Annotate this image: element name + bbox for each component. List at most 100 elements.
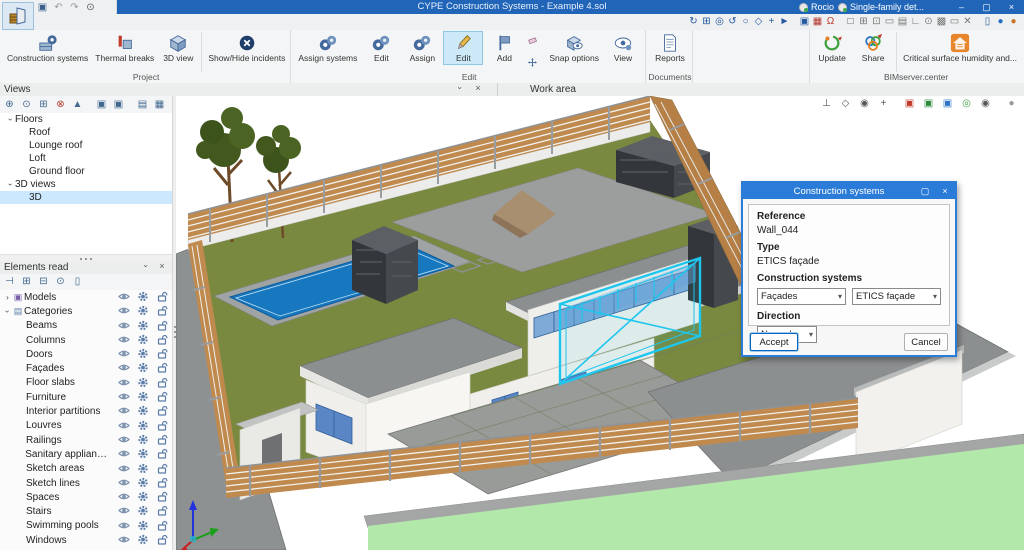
table-icon[interactable]: ⊞ bbox=[20, 276, 33, 289]
lock-icon[interactable] bbox=[156, 491, 168, 502]
pan-3d-icon[interactable]: + bbox=[877, 97, 890, 110]
minimize-button[interactable]: – bbox=[949, 0, 974, 14]
duplicate-view-icon[interactable]: ⊞ bbox=[37, 98, 50, 111]
search-settings-icon[interactable]: ⊙ bbox=[54, 276, 67, 289]
box-closed-icon[interactable]: ▦ bbox=[153, 98, 166, 111]
perspective-view-icon[interactable]: ▲ bbox=[71, 98, 84, 111]
new-view-icon[interactable]: ⊕ bbox=[3, 98, 16, 111]
zoom-window-icon[interactable]: ⊞ bbox=[700, 16, 713, 29]
update-button[interactable]: Update bbox=[812, 31, 852, 65]
comment-icon[interactable]: ▭ bbox=[948, 16, 961, 29]
edit-button[interactable]: Edit bbox=[443, 31, 484, 66]
gear-icon[interactable] bbox=[137, 434, 149, 445]
lock-icon[interactable] bbox=[156, 334, 168, 345]
eye-icon[interactable] bbox=[118, 305, 130, 316]
view-item-floors[interactable]: › Floors bbox=[0, 113, 172, 126]
pointer-icon[interactable]: ► bbox=[778, 16, 791, 29]
system-family-select[interactable]: Façades ▾ bbox=[757, 288, 846, 305]
lock-icon[interactable] bbox=[156, 477, 168, 488]
gear-icon[interactable] bbox=[137, 348, 149, 359]
accept-button[interactable]: Accept bbox=[750, 333, 798, 351]
cancel-button[interactable]: Cancel bbox=[904, 333, 948, 351]
move-view-icon[interactable]: + bbox=[765, 16, 778, 29]
search-icon[interactable]: ⊙ bbox=[84, 1, 97, 14]
table-add-icon[interactable]: ⊟ bbox=[37, 276, 50, 289]
system-type-select[interactable]: ETICS façade ▾ bbox=[852, 288, 941, 305]
gear-icon[interactable] bbox=[137, 362, 149, 373]
eye-icon[interactable] bbox=[118, 291, 130, 302]
lock-icon[interactable] bbox=[156, 448, 168, 459]
angle-icon[interactable]: ∟ bbox=[909, 16, 922, 29]
gear-icon[interactable] bbox=[137, 334, 149, 345]
point-snap-icon[interactable]: ⊡ bbox=[870, 16, 883, 29]
gear-icon[interactable] bbox=[137, 448, 149, 459]
element-category-categories[interactable]: › ▤ Categories bbox=[0, 304, 172, 318]
eye-icon[interactable] bbox=[118, 405, 130, 416]
orbit-view-icon[interactable]: ◉ bbox=[858, 97, 871, 110]
element-category-spaces[interactable]: Spaces bbox=[0, 490, 172, 504]
lock-icon[interactable] bbox=[156, 305, 168, 316]
expander-icon[interactable]: › bbox=[3, 307, 12, 316]
project-chip[interactable]: Single-family det... bbox=[837, 2, 924, 12]
element-category-stairs[interactable]: Stairs bbox=[0, 504, 172, 518]
layout-icon[interactable]: ▤ bbox=[896, 16, 909, 29]
eye-icon[interactable] bbox=[118, 348, 130, 359]
assign-button[interactable]: Assign bbox=[402, 31, 442, 65]
elements-panel-close-icon[interactable]: × bbox=[156, 261, 168, 271]
red-grid-icon[interactable]: ▦ bbox=[811, 16, 824, 29]
screen-icon[interactable]: ▭ bbox=[883, 16, 896, 29]
view-item-3d[interactable]: 3D bbox=[0, 191, 172, 204]
help-icon[interactable]: ● bbox=[1007, 16, 1020, 29]
pan-icon[interactable]: ◇ bbox=[752, 16, 765, 29]
lock-icon[interactable] bbox=[156, 420, 168, 431]
lock-icon[interactable] bbox=[156, 520, 168, 531]
thermal-breaks-button[interactable]: Thermal breaks bbox=[92, 31, 157, 65]
lock-icon[interactable] bbox=[156, 362, 168, 374]
lock-icon[interactable] bbox=[156, 405, 168, 416]
3d-view-button[interactable]: 3D view bbox=[158, 31, 198, 65]
redo-icon[interactable]: ↷ bbox=[68, 1, 81, 14]
orbit-icon[interactable]: ↺ bbox=[726, 16, 739, 29]
ortho-icon[interactable]: □ bbox=[844, 16, 857, 29]
assign-systems-button[interactable]: Assign systems bbox=[295, 31, 360, 65]
lock-icon[interactable] bbox=[156, 463, 168, 474]
view-item-ground-floor[interactable]: Ground floor bbox=[0, 165, 172, 178]
construction-systems-button[interactable]: Construction systems bbox=[4, 31, 91, 65]
view-item-lounge-roof[interactable]: Lounge roof bbox=[0, 139, 172, 152]
view-button[interactable]: View bbox=[603, 31, 643, 65]
elements-panel-menu-icon[interactable]: › bbox=[141, 262, 151, 271]
element-category-windows[interactable]: Windows bbox=[0, 533, 172, 547]
dialog-close-button[interactable]: × bbox=[935, 186, 955, 196]
undo-icon[interactable]: ↶ bbox=[52, 1, 65, 14]
eye-icon[interactable] bbox=[118, 505, 130, 516]
dialog-title-bar[interactable]: Construction systems ▢ × bbox=[743, 183, 955, 199]
element-category-swimming-pools[interactable]: Swimming pools bbox=[0, 519, 172, 533]
element-category-floor-slabs[interactable]: Floor slabs bbox=[0, 376, 172, 390]
element-category-louvres[interactable]: Louvres bbox=[0, 419, 172, 433]
collapse-icon[interactable]: ⊣ bbox=[3, 276, 16, 289]
eye-icon[interactable] bbox=[118, 420, 130, 431]
gear-icon[interactable] bbox=[137, 477, 149, 488]
critical-surface-humidity-and-button[interactable]: Critical surface humidity and... bbox=[900, 31, 1020, 65]
snapshot-copy-icon[interactable]: ▣ bbox=[112, 98, 125, 111]
gear-icon[interactable] bbox=[137, 491, 149, 502]
eye-icon[interactable] bbox=[118, 391, 130, 402]
lock-icon[interactable] bbox=[156, 377, 168, 388]
gear-icon[interactable] bbox=[137, 420, 149, 431]
element-category-columns[interactable]: Columns bbox=[0, 333, 172, 347]
cube-view-icon[interactable]: ◇ bbox=[839, 97, 852, 110]
section-red-icon[interactable]: ▣ bbox=[903, 97, 916, 110]
expander-icon[interactable]: › bbox=[6, 115, 15, 124]
app-menu-button[interactable] bbox=[2, 2, 34, 30]
capture-window-icon[interactable]: ▣ bbox=[798, 16, 811, 29]
axes-icon[interactable]: ⊥ bbox=[820, 97, 833, 110]
snapshot-icon[interactable]: ▣ bbox=[95, 98, 108, 111]
clock-icon[interactable]: ⊙ bbox=[922, 16, 935, 29]
add-button[interactable]: Add bbox=[484, 31, 524, 65]
reports-button[interactable]: Reports bbox=[650, 31, 690, 65]
element-category-doors[interactable]: Doors bbox=[0, 347, 172, 361]
eye-icon[interactable] bbox=[118, 377, 130, 388]
element-category-sketch-areas[interactable]: Sketch areas bbox=[0, 462, 172, 476]
expander-icon[interactable]: › bbox=[3, 293, 12, 302]
zoom-extents-icon[interactable]: ◎ bbox=[713, 16, 726, 29]
